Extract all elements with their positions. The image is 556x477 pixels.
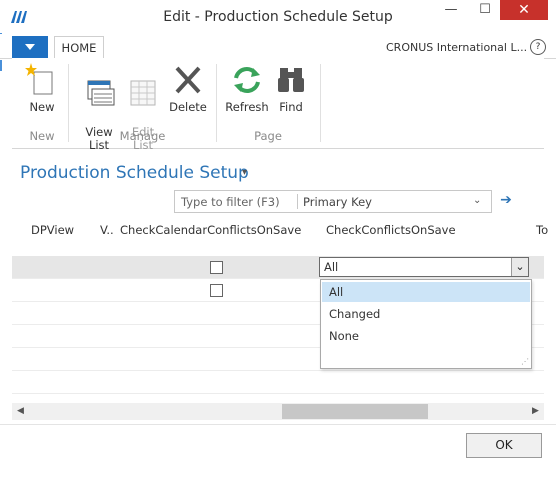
check-calendar-conflicts-checkbox[interactable] <box>210 284 223 297</box>
page-title[interactable]: Production Schedule Setup <box>20 163 249 183</box>
company-name[interactable]: CRONUS International L... <box>386 41 527 54</box>
chevron-down-icon <box>25 44 35 50</box>
new-label: New <box>29 100 55 114</box>
new-button[interactable]: New <box>17 60 67 114</box>
footer-divider <box>0 424 556 425</box>
ribbon-group-manage: Manage <box>119 129 166 143</box>
filter-go-arrow-icon[interactable]: ➔ <box>494 190 518 211</box>
column-header-check-conflicts[interactable]: CheckConflictsOnSave <box>326 223 456 237</box>
column-header-to[interactable]: To <box>536 223 548 237</box>
check-conflicts-value: All <box>324 260 339 274</box>
dropdown-option-all[interactable]: All <box>322 282 530 302</box>
dropdown-option-none[interactable]: None <box>322 326 530 346</box>
delete-x-icon <box>175 66 201 94</box>
delete-button[interactable]: Delete <box>163 60 213 114</box>
new-star-icon <box>25 63 53 95</box>
find-label: Find <box>279 100 303 114</box>
refresh-button[interactable]: Refresh <box>222 60 272 114</box>
edit-list-icon <box>130 80 156 106</box>
horizontal-scrollbar[interactable]: ◀ ▶ <box>12 403 544 420</box>
minimize-button[interactable]: — <box>432 0 470 20</box>
ribbon-group-divider <box>216 64 217 142</box>
background-window-edge <box>0 60 2 71</box>
ok-button[interactable]: OK <box>466 433 542 458</box>
chevron-down-icon[interactable]: ⌄ <box>473 195 481 206</box>
check-conflicts-dropdown: All Changed None ⋰ <box>320 279 532 369</box>
maximize-button[interactable]: ☐ <box>466 0 504 20</box>
check-conflicts-select[interactable]: All ⌄ <box>319 257 529 277</box>
file-menu-button[interactable] <box>12 36 48 58</box>
scroll-right-icon[interactable]: ▶ <box>527 403 544 420</box>
help-icon[interactable]: ? <box>530 39 546 55</box>
ribbon-group-divider <box>320 64 321 142</box>
refresh-label: Refresh <box>225 100 269 114</box>
ribbon-group-new: New <box>29 129 55 143</box>
table-row-empty <box>12 371 544 394</box>
resize-grip-icon[interactable]: ⋰ <box>521 357 529 366</box>
refresh-icon <box>234 67 260 93</box>
column-header-v[interactable]: V.. <box>100 223 114 237</box>
chevron-down-icon[interactable]: ⌄ <box>511 258 528 276</box>
filter-field-select[interactable]: Primary Key <box>303 195 372 209</box>
ribbon-group-divider <box>68 64 69 142</box>
chevron-down-icon[interactable]: ▾ <box>242 167 247 178</box>
ribbon-group-page: Page <box>254 129 282 143</box>
dropdown-option-changed[interactable]: Changed <box>322 304 530 324</box>
filter-divider <box>297 194 298 209</box>
column-header-check-calendar-conflicts[interactable]: CheckCalendarConflictsOnSave <box>120 223 301 237</box>
delete-label: Delete <box>169 100 207 114</box>
scrollbar-thumb[interactable] <box>282 404 428 419</box>
scroll-left-icon[interactable]: ◀ <box>12 403 29 420</box>
check-calendar-conflicts-checkbox[interactable] <box>210 261 223 274</box>
tab-home[interactable]: HOME <box>54 36 104 60</box>
find-button[interactable]: Find <box>266 60 316 114</box>
close-button[interactable]: ✕ <box>500 0 548 20</box>
view-list-icon <box>87 80 115 106</box>
filter-input[interactable]: Type to filter (F3) <box>181 195 280 209</box>
binoculars-icon <box>278 68 304 92</box>
column-header-dpview[interactable]: DPView <box>31 223 74 237</box>
filter-box: Type to filter (F3) Primary Key ⌄ <box>174 190 492 213</box>
